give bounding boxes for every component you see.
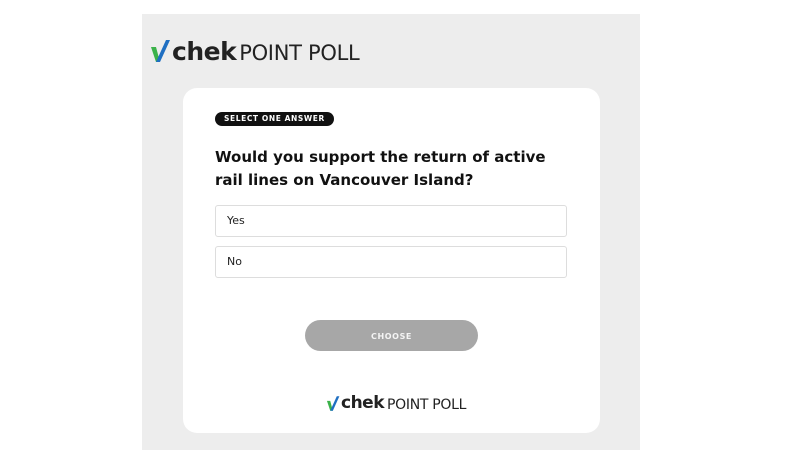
footer-logo-word-chek: chek — [341, 393, 385, 413]
check-mark-icon — [151, 40, 170, 62]
option-label: No — [227, 255, 242, 268]
poll-card: SELECT ONE ANSWER Would you support the … — [183, 88, 600, 433]
chek-point-poll-logo: chek POINT POLL — [150, 37, 360, 66]
option-yes[interactable]: Yes — [215, 205, 567, 237]
logo-word-point-poll: POINT POLL — [239, 41, 360, 65]
logo-word-chek: chek — [172, 37, 237, 66]
check-mark-icon — [326, 396, 340, 411]
footer-logo-word-point-poll: POINT POLL — [387, 397, 467, 413]
choose-button[interactable]: CHOOSE — [305, 320, 478, 351]
option-label: Yes — [227, 214, 245, 227]
footer-chek-point-poll-logo: chek POINT POLL — [326, 395, 466, 412]
option-no[interactable]: No — [215, 246, 567, 278]
select-one-answer-badge: SELECT ONE ANSWER — [215, 112, 334, 126]
poll-question: Would you support the return of active r… — [215, 148, 546, 189]
